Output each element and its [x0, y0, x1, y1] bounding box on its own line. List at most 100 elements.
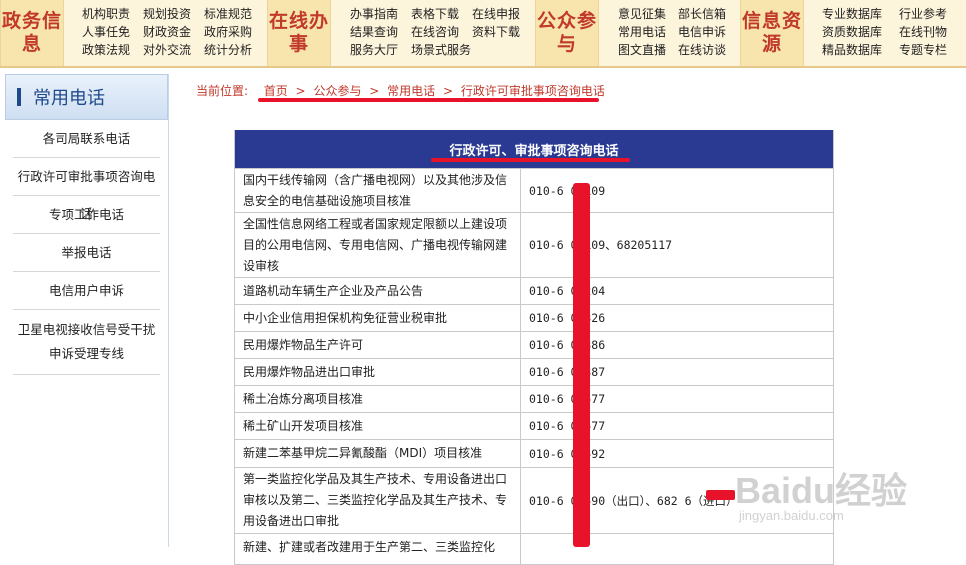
nav-link[interactable]: 政府采购	[204, 24, 252, 42]
breadcrumb-current[interactable]: 行政许可审批事项咨询电话	[461, 84, 605, 98]
table-title-highlight-underline	[431, 158, 630, 162]
nav-link[interactable]: 常用电话	[618, 24, 666, 42]
table-row: 稀土矿山开发项目核准 010-6 05577	[235, 412, 833, 439]
nav-category-information-resources[interactable]: 信息资源	[740, 0, 804, 66]
top-navigation: 政务信息 机构职责 人事任免 政策法规 规划投资 财政资金 对外交流 标准规范 …	[0, 0, 966, 68]
table-cell-phone: 010-6 05204	[529, 284, 606, 298]
table-cell-item: 新建、扩建或者改建用于生产第二、三类监控化	[235, 534, 521, 564]
nav-links-information-resources: 专业数据库 资质数据库 精品数据库	[822, 6, 882, 60]
nav-link[interactable]: 服务大厅	[350, 42, 398, 60]
nav-category-public-participation[interactable]: 公众参与	[535, 0, 599, 66]
nav-link[interactable]: 场景式服务	[411, 42, 471, 60]
nav-link[interactable]: 行业参考	[899, 6, 947, 24]
nav-links-information-resources-col2: 行业参考 在线刊物 专题专栏	[899, 6, 947, 60]
table-cell-phone: 010-6 05109、68205117	[529, 238, 673, 252]
nav-link[interactable]: 结果查询	[350, 24, 398, 42]
nav-link[interactable]: 对外交流	[143, 42, 191, 60]
table-row: 道路机动车辆生产企业及产品公告 010-6 05204	[235, 277, 833, 304]
breadcrumb: 当前位置: 首页 > 公众参与 > 常用电话 > 行政许可审批事项咨询电话	[196, 82, 605, 99]
nav-links-online-services: 办事指南 结果查询 服务大厅	[350, 6, 398, 60]
table-cell-item: 道路机动车辆生产企业及产品公告	[235, 278, 521, 304]
sidebar-item-report-hotline[interactable]: 举报电话	[13, 234, 160, 272]
breadcrumb-home[interactable]: 首页	[264, 84, 288, 98]
table-row: 中小企业信用担保机构免征营业税审批 010-6 05326	[235, 304, 833, 331]
breadcrumb-label: 当前位置:	[196, 84, 249, 98]
breadcrumb-separator: >	[443, 84, 454, 98]
nav-link[interactable]: 资质数据库	[822, 24, 882, 42]
nav-category-title: 公众参与	[536, 10, 597, 55]
table-cell-item: 稀土矿山开发项目核准	[235, 413, 521, 439]
nav-link[interactable]: 机构职责	[82, 6, 152, 24]
nav-link[interactable]: 意见征集	[618, 6, 666, 24]
nav-link[interactable]: 标准规范	[204, 6, 252, 24]
nav-link[interactable]: 专题专栏	[899, 42, 947, 60]
table-cell-phone: 010-6 05387	[529, 365, 606, 379]
table-cell-item: 稀土冶炼分离项目核准	[235, 386, 521, 412]
table-row: 新建、扩建或者改建用于生产第二、三类监控化	[235, 533, 833, 564]
nav-links-government-info-col3: 标准规范 政府采购 统计分析	[204, 6, 252, 60]
nav-category-title: 政务信息	[1, 10, 62, 55]
table-cell-item: 民用爆炸物品进出口审批	[235, 359, 521, 385]
table-cell-item: 全国性信息网络工程或者国家规定限额以上建设项目的公用电信网、专用电信网、广播电视…	[235, 213, 521, 277]
table-cell-phone	[521, 534, 833, 564]
sidebar-item-satellite-interference[interactable]: 卫星电视接收信号受干扰申诉受理专线	[13, 310, 160, 375]
nav-category-government-info[interactable]: 政务信息	[0, 0, 64, 66]
breadcrumb-separator: >	[295, 84, 306, 98]
table-row: 民用爆炸物品进出口审批 010-6 05387	[235, 358, 833, 385]
nav-category-title: 在线办事	[268, 10, 329, 55]
table-cell-item: 中小企业信用担保机构免征营业税审批	[235, 305, 521, 331]
nav-link[interactable]: 在线刊物	[899, 24, 947, 42]
table-cell-phone: 010-6 05109	[529, 183, 606, 198]
nav-link[interactable]: 办事指南	[350, 6, 398, 24]
table-cell-item: 第一类监控化学品及其生产技术、专用设备进出口审核以及第二、三类监控化学品及其生产…	[235, 468, 521, 533]
nav-category-online-services[interactable]: 在线办事	[267, 0, 331, 66]
sidebar-item-approval-hotline[interactable]: 行政许可审批事项咨询电话	[13, 158, 160, 221]
redaction-mark	[573, 183, 590, 547]
nav-link[interactable]: 规划投资	[143, 6, 191, 24]
sidebar-header: 常用电话	[5, 74, 168, 120]
sidebar-title-marker	[17, 88, 21, 106]
nav-links-public-participation-col2: 部长信箱 电信申诉 在线访谈	[678, 6, 726, 60]
baidu-jingyan-watermark: Baidu经验 jingyan.baidu.com	[735, 462, 925, 524]
table-row: 稀土冶炼分离项目核准 010-6 05577	[235, 385, 833, 412]
nav-link[interactable]: 表格下载	[411, 6, 471, 24]
nav-link[interactable]: 财政资金	[143, 24, 191, 42]
nav-link[interactable]: 部长信箱	[678, 6, 726, 24]
nav-links-online-services-col3: 在线申报 资料下载	[472, 6, 520, 42]
breadcrumb-highlight-underline	[258, 98, 599, 102]
nav-links-public-participation: 意见征集 常用电话 图文直播	[618, 6, 666, 60]
sidebar-item-special-work[interactable]: 专项工作电话	[13, 196, 160, 234]
nav-link[interactable]: 政策法规	[82, 42, 152, 60]
watermark-logo: Baidu经验	[735, 470, 908, 511]
nav-links-government-info: 机构职责 人事任免 政策法规	[82, 6, 152, 60]
nav-link[interactable]: 电信申诉	[678, 24, 726, 42]
nav-link[interactable]: 资料下载	[472, 24, 520, 42]
table-title: 行政许可、审批事项咨询电话	[449, 143, 619, 159]
nav-link[interactable]: 人事任免	[82, 24, 152, 42]
nav-link[interactable]: 在线咨询	[411, 24, 471, 42]
breadcrumb-common-phones[interactable]: 常用电话	[387, 84, 435, 98]
nav-link[interactable]: 在线申报	[472, 6, 520, 24]
table-row: 全国性信息网络工程或者国家规定限额以上建设项目的公用电信网、专用电信网、广播电视…	[235, 212, 833, 277]
nav-link[interactable]: 精品数据库	[822, 42, 882, 60]
sidebar-item-department-contacts[interactable]: 各司局联系电话	[13, 120, 160, 158]
nav-link[interactable]: 专业数据库	[822, 6, 882, 24]
nav-links-online-services-col2: 表格下载 在线咨询 场景式服务	[411, 6, 471, 60]
nav-link[interactable]: 在线访谈	[678, 42, 726, 60]
sidebar-item-telecom-complaint[interactable]: 电信用户申诉	[13, 272, 160, 310]
table-cell-item: 新建二苯基甲烷二异氰酸酯（MDI）项目核准	[235, 440, 521, 467]
table-row: 民用爆炸物品生产许可 010-6 05386	[235, 331, 833, 358]
nav-category-title: 信息资源	[741, 10, 802, 55]
table-cell-phone: 010-6 05577	[529, 419, 606, 433]
table-cell-phone: 010-6 05577	[529, 392, 606, 406]
sidebar-title: 常用电话	[33, 88, 105, 109]
table-cell-item: 民用爆炸物品生产许可	[235, 332, 521, 358]
redaction-mark	[706, 490, 735, 500]
table-cell-phone: 010-6 05386	[529, 338, 606, 352]
nav-link[interactable]: 图文直播	[618, 42, 666, 60]
table-title-bar: 行政许可、审批事项咨询电话	[235, 130, 833, 168]
nav-link[interactable]: 统计分析	[204, 42, 252, 60]
table-row: 国内干线传输网（含广播电视网）以及其他涉及信息安全的电信基础设施项目核准 010…	[235, 168, 833, 212]
table-cell-phone: 010-6 05326	[529, 311, 606, 325]
breadcrumb-public-participation[interactable]: 公众参与	[313, 84, 361, 98]
